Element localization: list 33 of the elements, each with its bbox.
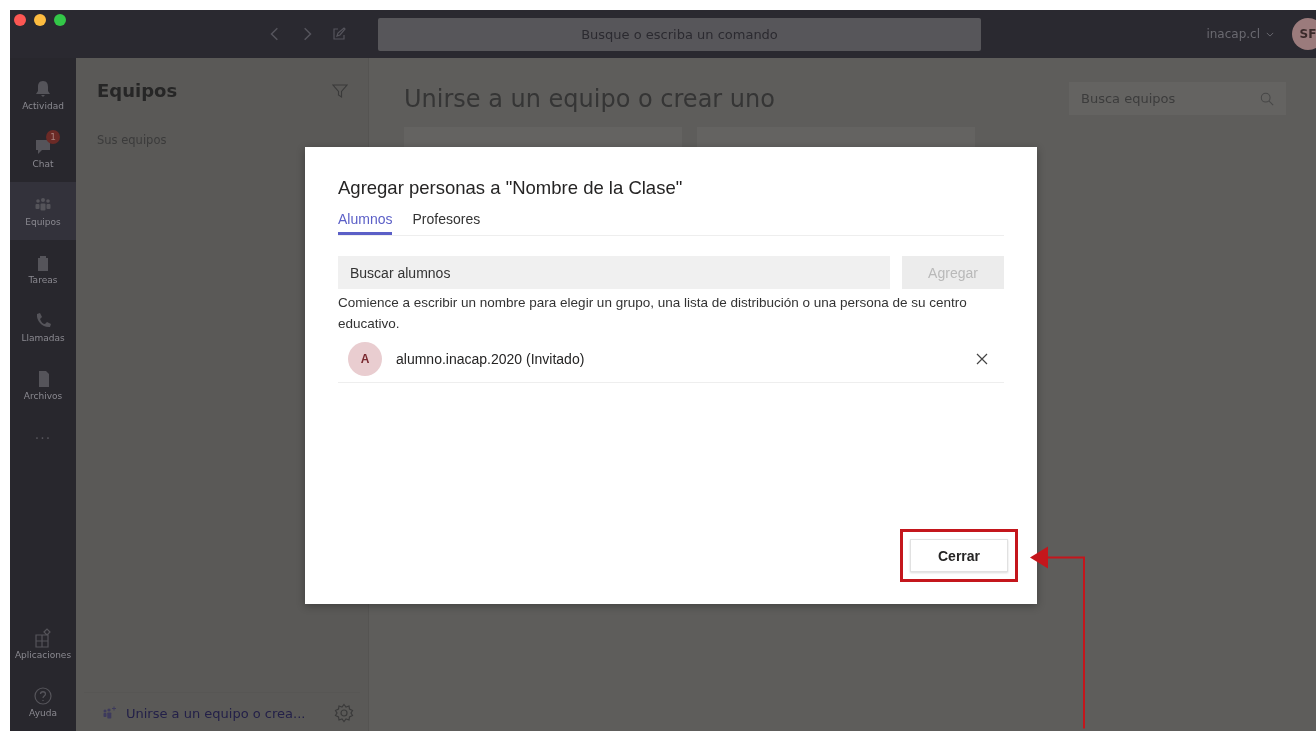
close-button[interactable]: Cerrar bbox=[910, 539, 1008, 572]
unread-badge: 1 bbox=[46, 130, 60, 144]
maximize-window-dot[interactable] bbox=[54, 14, 66, 26]
rail-item[interactable]: Equipos bbox=[10, 182, 76, 240]
rail-item[interactable]: 1 Chat bbox=[10, 124, 76, 182]
rail-item[interactable]: Ayuda bbox=[10, 673, 76, 731]
caret-icon[interactable] bbox=[1266, 31, 1274, 37]
rail-item[interactable]: Archivos bbox=[10, 356, 76, 414]
settings-icon[interactable] bbox=[334, 703, 354, 723]
bell-icon bbox=[33, 79, 53, 99]
dialog-tab[interactable]: Profesores bbox=[412, 211, 481, 235]
dialog-title: Agregar personas a "Nombre de la Clase" bbox=[338, 177, 684, 199]
account-switcher[interactable]: inacap.cl bbox=[1206, 27, 1260, 41]
search-icon bbox=[1260, 91, 1274, 106]
member-name: alumno.inacap.2020 (Invitado) bbox=[396, 351, 586, 367]
add-team-icon bbox=[102, 706, 118, 720]
rail-item[interactable]: Actividad bbox=[10, 66, 76, 124]
close-window-dot[interactable] bbox=[14, 14, 26, 26]
student-search-field[interactable]: Buscar alumnos bbox=[338, 256, 890, 289]
profile-avatar[interactable]: SF bbox=[1292, 18, 1316, 50]
dialog-tab[interactable]: Alumnos bbox=[338, 211, 393, 235]
rail-item[interactable]: Tareas bbox=[10, 240, 76, 298]
help-icon bbox=[33, 686, 53, 706]
minimize-window-dot[interactable] bbox=[34, 14, 46, 26]
hint-text: Comience a escribir un nombre para elegir un grupo, una lista de distribución o una persona de su centro educativo. bbox=[338, 294, 968, 333]
filter-icon[interactable] bbox=[332, 82, 348, 99]
compose-icon[interactable] bbox=[332, 27, 346, 41]
rail-item[interactable]: Llamadas bbox=[10, 298, 76, 356]
member-avatar: A bbox=[348, 342, 382, 376]
apps-grid-icon bbox=[33, 628, 53, 648]
chat-bubble-icon bbox=[33, 137, 53, 157]
remove-icon[interactable] bbox=[976, 353, 988, 365]
rail-item[interactable]: Aplicaciones bbox=[10, 615, 76, 673]
